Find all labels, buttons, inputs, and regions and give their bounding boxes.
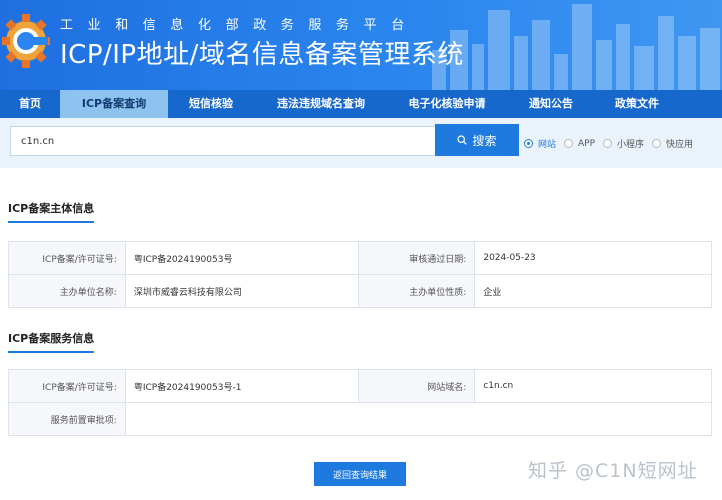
radio-dot — [564, 139, 574, 148]
approve-date-value: 2024-05-23 — [474, 241, 712, 275]
watermark: 知乎 @C1N短网址 — [528, 460, 698, 482]
service-license-label: ICP备案/许可证号: — [8, 369, 126, 403]
search-button[interactable]: 搜索 — [435, 124, 519, 156]
service-license-value: 粤ICP备2024190053号-1 — [124, 369, 359, 403]
pre-approval-value — [124, 402, 713, 436]
search-icon — [457, 135, 468, 145]
page-title: ICP/IP地址/域名信息备案管理系统 — [60, 40, 464, 70]
table-row: 服务前置审批项: — [8, 402, 713, 436]
search-input[interactable] — [10, 126, 436, 156]
nav-item-sms-verify[interactable]: 短信核验 — [168, 90, 254, 118]
radio-app[interactable]: APP — [564, 139, 595, 149]
service-info-table: ICP备案/许可证号: 粤ICP备2024190053号-1 网站域名: c1n… — [8, 369, 713, 436]
domain-value: c1n.cn — [474, 369, 712, 403]
nav-item-illegal-domain[interactable]: 违法违规域名查询 — [254, 90, 388, 118]
radio-label: 网站 — [538, 140, 557, 150]
radio-label: 快应用 — [666, 140, 694, 150]
site-header: 工业和信息化部政务服务平台 ICP/IP地址/域名信息备案管理系统 — [0, 0, 722, 90]
table-row: ICP备案/许可证号: 粤ICP备2024190053号-1 网站域名: c1n… — [8, 369, 712, 403]
section-title-service: ICP备案服务信息 — [8, 330, 95, 353]
radio-label: 小程序 — [617, 140, 645, 150]
nav-item-home[interactable]: 首页 — [0, 90, 60, 118]
search-button-label: 搜索 — [472, 133, 497, 148]
radio-label: APP — [578, 138, 596, 149]
domain-label: 网站域名: — [357, 369, 476, 403]
license-label: ICP备案/许可证号: — [8, 241, 126, 275]
table-row: ICP备案/许可证号: 粤ICP备2024190053号 审核通过日期: 202… — [8, 241, 712, 275]
radio-mini-program[interactable]: 小程序 — [603, 137, 644, 150]
search-area: 搜索 网站 APP 小程序 快应用 — [0, 118, 722, 168]
nav-item-policies[interactable]: 政策文件 — [596, 90, 678, 118]
main-nav: 首页 ICP备案查询 短信核验 违法违规域名查询 电子化核验申请 通知公告 政策… — [0, 90, 722, 118]
radio-dot — [652, 139, 662, 148]
radio-dot — [524, 139, 533, 148]
org-name-label: 主办单位名称: — [8, 274, 126, 308]
org-type-value: 企业 — [474, 274, 712, 308]
radio-dot — [603, 139, 613, 148]
license-value: 粤ICP备2024190053号 — [124, 241, 359, 275]
ministry-logo — [2, 14, 50, 68]
nav-item-icp-query[interactable]: ICP备案查询 — [60, 90, 168, 118]
nav-item-e-verify[interactable]: 电子化核验申请 — [388, 90, 506, 118]
subject-info-table: ICP备案/许可证号: 粤ICP备2024190053号 审核通过日期: 202… — [8, 241, 712, 308]
org-name-value: 深圳市威睿云科技有限公司 — [124, 274, 359, 308]
radio-quick-app[interactable]: 快应用 — [652, 137, 693, 150]
table-row: 主办单位名称: 深圳市威睿云科技有限公司 主办单位性质: 企业 — [8, 274, 712, 308]
nav-item-notices[interactable]: 通知公告 — [506, 90, 596, 118]
approve-date-label: 审核通过日期: — [357, 241, 476, 275]
search-type-radio-group: 网站 APP 小程序 快应用 — [524, 137, 701, 150]
org-type-label: 主办单位性质: — [357, 274, 476, 308]
radio-website[interactable]: 网站 — [524, 137, 556, 150]
section-title-subject: ICP备案主体信息 — [8, 200, 95, 223]
pre-approval-label: 服务前置审批项: — [8, 402, 126, 436]
header-subtitle: 工业和信息化部政务服务平台 — [60, 18, 419, 33]
back-to-results-button[interactable]: 返回查询结果 — [314, 462, 406, 486]
city-skyline-decoration — [432, 4, 720, 90]
